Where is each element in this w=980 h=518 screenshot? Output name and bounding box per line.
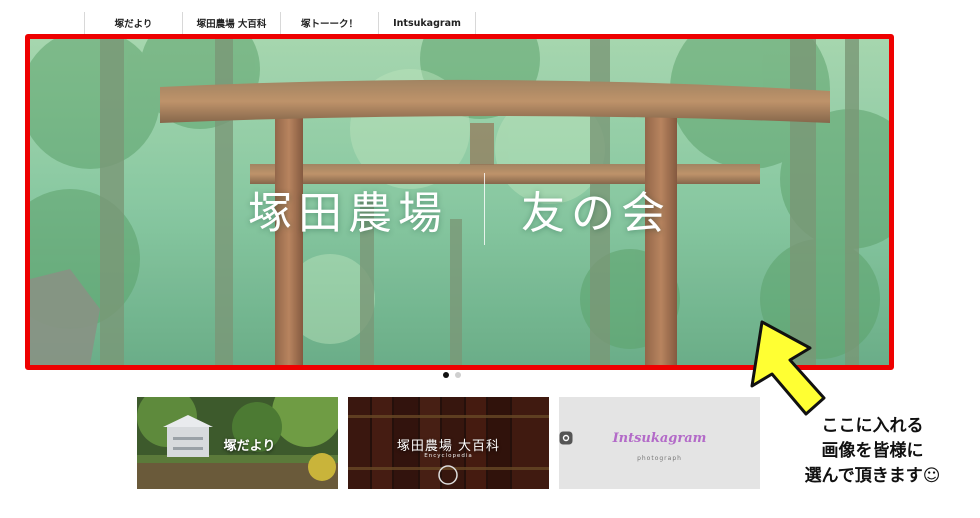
hero-title-divider [484, 173, 485, 245]
hero-title: 塚田農場 友の会 [30, 169, 889, 249]
hero-title-left: 塚田農場 [248, 188, 448, 239]
pointer-arrow-icon [750, 320, 826, 416]
slider-dot-1[interactable] [443, 372, 449, 378]
nav-item-tsuka-dayori[interactable]: 塚だより [84, 12, 182, 34]
card-sublabel: photograph [637, 455, 682, 462]
top-nav: 塚だより 塚田農場 大百科 塚トーーク！ Intsukagram [84, 12, 476, 34]
card-label: 塚だより [223, 439, 276, 454]
nav-item-intsukagram[interactable]: Intsukagram [378, 12, 476, 34]
card-sublabel: Encyclopedia [424, 453, 473, 459]
annotation-line-2: 画像を皆様に [821, 441, 924, 461]
hero-title-right: 友の会 [521, 188, 671, 239]
intsukagram-logo: Intsukagram [559, 431, 760, 446]
intsukagram-wordmark: Intsukagram [612, 431, 707, 446]
card-intsukagram[interactable]: Intsukagram photograph [559, 397, 760, 489]
slider-dots [443, 372, 461, 378]
card-tsuka-dayori[interactable]: 塚だより [137, 397, 338, 489]
slider-dot-2[interactable] [455, 372, 461, 378]
annotation-line-1: ここに入れる [821, 416, 924, 436]
annotation-note: ここに入れる 画像を皆様に 選んで頂きます☺ [770, 414, 975, 489]
nav-item-tsuka-talk[interactable]: 塚トーーク！ [280, 12, 378, 34]
camera-icon [559, 431, 573, 445]
card-label: 塚田農場 大百科 [396, 439, 501, 454]
annotation-line-3: 選んで頂きます☺ [804, 466, 941, 486]
card-encyclopedia[interactable]: 塚田農場 大百科 Encyclopedia [348, 397, 549, 489]
nav-item-encyclopedia[interactable]: 塚田農場 大百科 [182, 12, 280, 34]
